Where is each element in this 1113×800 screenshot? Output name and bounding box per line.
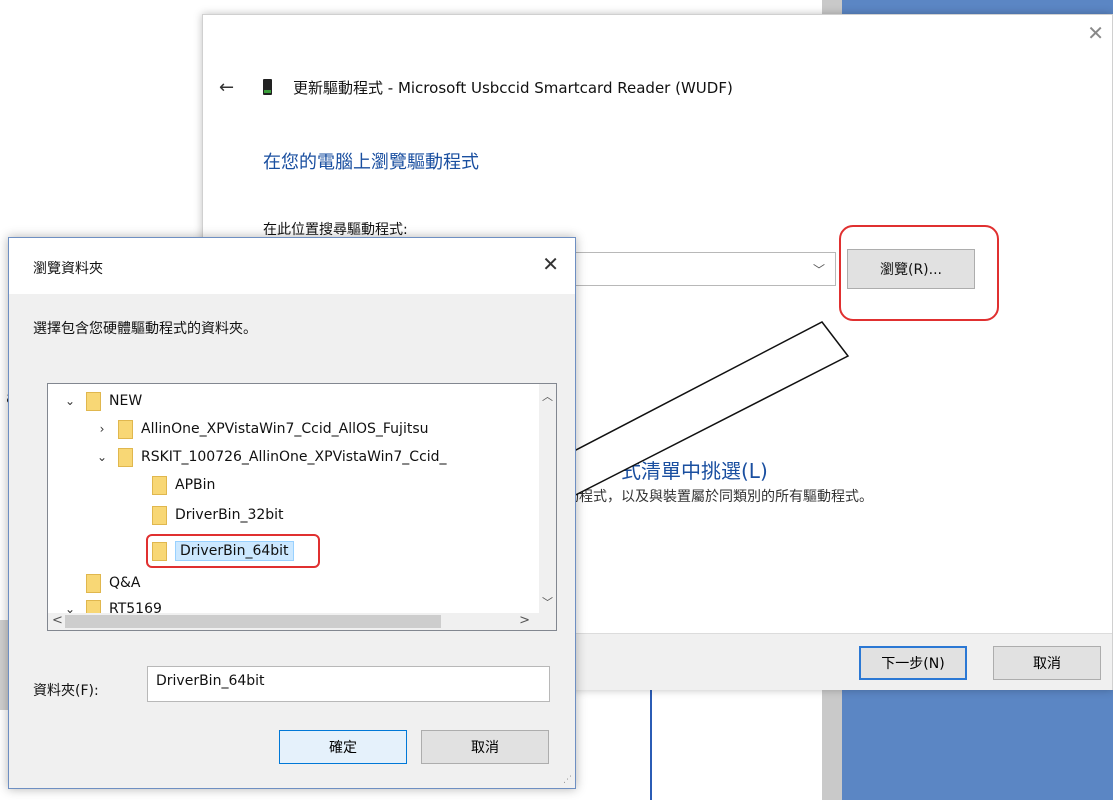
tree-item[interactable]: › AllinOne_XPVistaWin7_Ccid_AllOS_Fujits… bbox=[94, 416, 429, 442]
pick-from-list-description: 的驅動程式，以及與裝置屬於同類別的所有驅動程式。 bbox=[537, 489, 873, 505]
ok-button[interactable]: 確定 bbox=[279, 730, 407, 764]
tree-item-label: RSKIT_100726_AllinOne_XPVistaWin7_Ccid_ bbox=[141, 449, 447, 465]
cancel-button[interactable]: 取消 bbox=[993, 646, 1101, 680]
dialog-instruction: 選擇包含您硬體驅動程式的資料夾。 bbox=[33, 321, 257, 337]
scroll-right-icon[interactable]: > bbox=[519, 613, 530, 628]
background-line bbox=[650, 690, 652, 800]
tree-item-label: DriverBin_32bit bbox=[175, 507, 284, 523]
pick-from-list-link[interactable]: 式清單中挑選(L) bbox=[621, 455, 768, 484]
chevron-right-icon[interactable]: › bbox=[94, 422, 110, 436]
tree-item-label: AllinOne_XPVistaWin7_Ccid_AllOS_Fujitsu bbox=[141, 421, 429, 437]
folder-icon bbox=[86, 391, 101, 411]
tree-item[interactable]: ⌄ RSKIT_100726_AllinOne_XPVistaWin7_Ccid… bbox=[94, 444, 447, 470]
folder-tree[interactable]: ⌄ NEW › AllinOne_XPVistaWin7_Ccid_AllOS_… bbox=[47, 383, 557, 631]
dialog-title: 瀏覽資料夾 bbox=[33, 261, 103, 277]
scroll-left-icon[interactable]: < bbox=[52, 613, 63, 628]
folder-icon bbox=[152, 505, 167, 525]
close-icon[interactable]: ✕ bbox=[542, 252, 559, 276]
tree-item[interactable]: Q&A bbox=[62, 570, 141, 596]
horizontal-scrollbar[interactable]: < > bbox=[48, 613, 556, 630]
dialog-titlebar: 瀏覽資料夾 ✕ bbox=[9, 238, 575, 294]
folder-icon bbox=[118, 447, 133, 467]
device-icon bbox=[263, 79, 272, 95]
tree-item[interactable]: DriverBin_32bit bbox=[128, 502, 284, 528]
vertical-scrollbar[interactable]: ︿ ﹀ bbox=[539, 384, 556, 614]
scroll-up-icon[interactable]: ︿ bbox=[539, 388, 556, 404]
tree-item[interactable]: APBin bbox=[128, 472, 215, 498]
back-arrow-icon[interactable]: ← bbox=[219, 77, 234, 98]
folder-icon bbox=[152, 475, 167, 495]
resize-grip-icon[interactable]: ⋰ bbox=[563, 775, 572, 785]
tree-item[interactable]: ⌄ NEW bbox=[62, 388, 142, 414]
next-button[interactable]: 下一步(N) bbox=[859, 646, 967, 680]
scrollbar-thumb[interactable] bbox=[65, 615, 441, 628]
chevron-down-icon[interactable]: ⌄ bbox=[62, 394, 78, 408]
tree-item-label: NEW bbox=[109, 393, 143, 409]
window-title: 更新驅動程式 - Microsoft Usbccid Smartcard Rea… bbox=[293, 79, 733, 97]
search-location-label: 在此位置搜尋驅動程式: bbox=[263, 222, 408, 238]
page-heading: 在您的電腦上瀏覽驅動程式 bbox=[263, 152, 479, 173]
cancel-button[interactable]: 取消 bbox=[421, 730, 549, 764]
folder-icon bbox=[86, 573, 101, 593]
close-icon[interactable]: ✕ bbox=[1087, 23, 1104, 43]
folder-icon bbox=[118, 419, 133, 439]
highlight-folder-annotation bbox=[146, 534, 320, 568]
chevron-down-icon[interactable]: ⌄ bbox=[94, 450, 110, 464]
scroll-down-icon[interactable]: ﹀ bbox=[539, 594, 556, 610]
tree-item-label: APBin bbox=[175, 477, 216, 493]
chevron-down-icon[interactable]: ﹀ bbox=[813, 261, 825, 278]
highlight-browse-annotation bbox=[839, 225, 999, 321]
folder-field[interactable]: DriverBin_64bit bbox=[147, 666, 550, 702]
folder-field-label: 資料夾(F): bbox=[33, 683, 99, 699]
browse-folder-dialog: 瀏覽資料夾 ✕ 選擇包含您硬體驅動程式的資料夾。 ⌄ NEW › AllinOn… bbox=[8, 237, 576, 789]
tree-item-label: Q&A bbox=[109, 575, 141, 591]
